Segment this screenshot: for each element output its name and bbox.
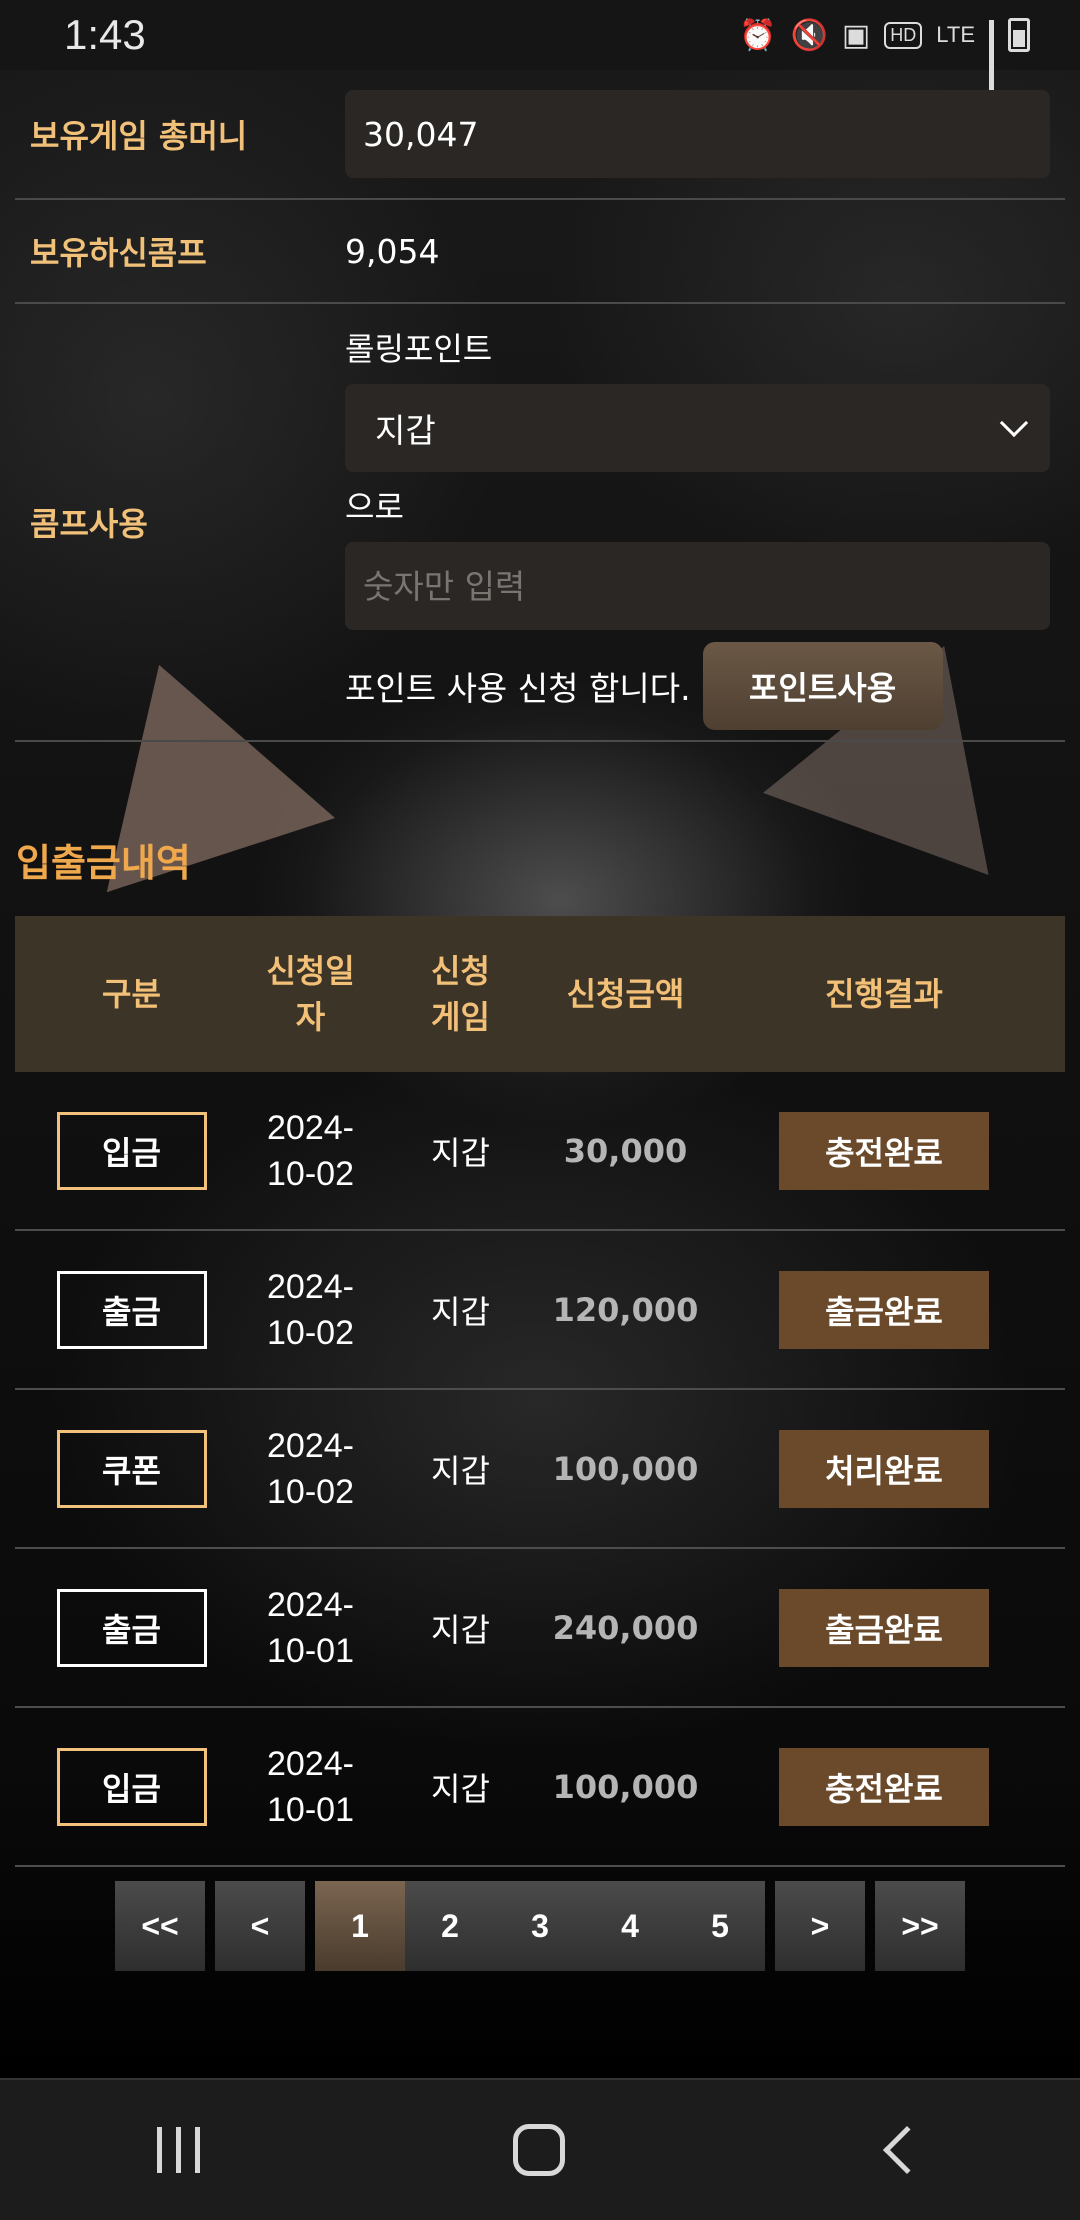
mute-vibrate-icon: 🔇 xyxy=(790,17,828,53)
date-monthday: 10-01 xyxy=(267,1631,354,1670)
system-nav-bar xyxy=(0,2078,1080,2220)
point-amount-input[interactable] xyxy=(345,542,1050,630)
wallet-select[interactable]: 지갑 xyxy=(345,384,1050,472)
table-row: 출금 2024- 10-01 지갑 240,000 출금완료 xyxy=(15,1549,1065,1708)
date-cell: 2024- 10-02 xyxy=(248,1105,373,1197)
home-icon[interactable] xyxy=(512,2124,565,2176)
page-4-button[interactable]: 4 xyxy=(585,1881,675,1971)
result-badge: 충전완료 xyxy=(779,1111,989,1190)
date-cell: 2024- 10-02 xyxy=(248,1423,373,1515)
recent-apps-icon[interactable] xyxy=(156,2127,200,2173)
balance-row: 보유게임 총머니 30,047 xyxy=(15,70,1065,200)
page-3-button[interactable]: 3 xyxy=(495,1881,585,1971)
game-cell: 지갑 xyxy=(431,1451,490,1490)
amount-cell: 100,000 xyxy=(552,1449,699,1488)
signal-icon xyxy=(989,20,994,90)
header-date-text: 신청일자 xyxy=(266,952,355,1036)
use-points-button[interactable]: 포인트사용 xyxy=(702,642,943,730)
type-badge: 출금 xyxy=(56,1270,207,1349)
comp-value: 9,054 xyxy=(345,231,440,271)
date-year: 2024- xyxy=(267,1585,354,1624)
lte-icon: LTE xyxy=(936,22,975,47)
page-2-button[interactable]: 2 xyxy=(405,1881,495,1971)
amount-cell: 120,000 xyxy=(552,1290,699,1329)
status-bar: 1:43 ⏰ 🔇 ▣ HD LTE xyxy=(0,0,1080,90)
comp-use-row: 콤프사용 롤링포인트 지갑 으로 포인트 사용 신청 합니다. 포인트사용 xyxy=(15,304,1065,742)
hd-icon: HD xyxy=(884,21,923,49)
comp-use-label: 콤프사용 xyxy=(30,505,148,543)
date-monthday: 10-01 xyxy=(267,1790,354,1829)
table-row: 출금 2024- 10-02 지갑 120,000 출금완료 xyxy=(15,1231,1065,1390)
result-badge: 출금완료 xyxy=(779,1588,989,1667)
amount-cell: 100,000 xyxy=(552,1767,699,1806)
game-cell: 지갑 xyxy=(431,1292,490,1331)
type-badge: 출금 xyxy=(56,1588,207,1667)
balance-label: 보유게임 총머니 xyxy=(30,117,248,155)
amount-cell: 30,000 xyxy=(563,1131,688,1170)
table-header: 구분 신청일자 신청게임 신청금액 진행결과 xyxy=(15,916,1065,1072)
result-badge: 출금완료 xyxy=(779,1270,989,1349)
type-badge: 입금 xyxy=(56,1111,207,1190)
history-title: 입출금내역 xyxy=(16,841,191,885)
header-game-text: 신청게임 xyxy=(431,952,490,1036)
chevron-down-icon xyxy=(999,408,1029,438)
next-page-button[interactable]: > xyxy=(775,1881,865,1971)
apply-text: 포인트 사용 신청 합니다. xyxy=(345,669,691,708)
header-game: 신청게임 xyxy=(373,948,548,1040)
date-year: 2024- xyxy=(267,1426,354,1465)
header-date: 신청일자 xyxy=(248,948,373,1040)
header-amount: 신청금액 xyxy=(566,975,685,1013)
comp-label: 보유하신콤프 xyxy=(30,234,207,272)
main-content: 보유게임 총머니 30,047 보유하신콤프 9,054 콤프사용 롤링포인트 … xyxy=(0,70,1080,1971)
date-cell: 2024- 10-02 xyxy=(248,1264,373,1356)
back-icon[interactable] xyxy=(882,2125,931,2175)
date-year: 2024- xyxy=(267,1108,354,1147)
pagination: << < 1 2 3 4 5 > >> xyxy=(0,1881,1080,1971)
page-number-group: 1 2 3 4 5 xyxy=(315,1881,765,1971)
date-cell: 2024- 10-01 xyxy=(248,1582,373,1674)
date-year: 2024- xyxy=(267,1744,354,1783)
game-cell: 지갑 xyxy=(431,1769,490,1808)
last-page-button[interactable]: >> xyxy=(875,1881,965,1971)
apply-line: 포인트 사용 신청 합니다. 포인트사용 xyxy=(345,642,1065,730)
status-time: 1:43 xyxy=(64,11,146,58)
rolling-point-label: 롤링포인트 xyxy=(345,330,493,368)
balance-field: 30,047 xyxy=(345,90,1050,178)
result-badge: 충전완료 xyxy=(779,1747,989,1826)
date-monthday: 10-02 xyxy=(267,1154,354,1193)
type-badge: 쿠폰 xyxy=(56,1429,207,1508)
page-1-button[interactable]: 1 xyxy=(315,1881,405,1971)
suffix-label: 으로 xyxy=(345,488,404,526)
date-monthday: 10-02 xyxy=(267,1472,354,1511)
date-monthday: 10-02 xyxy=(267,1313,354,1352)
table-row: 입금 2024- 10-01 지갑 100,000 충전완료 xyxy=(15,1708,1065,1867)
date-year: 2024- xyxy=(267,1267,354,1306)
header-result: 진행결과 xyxy=(825,975,943,1013)
page-5-button[interactable]: 5 xyxy=(675,1881,765,1971)
comp-row: 보유하신콤프 9,054 xyxy=(15,200,1065,304)
alarm-icon: ⏰ xyxy=(739,17,777,53)
type-badge: 입금 xyxy=(56,1747,207,1826)
wallet-select-value: 지갑 xyxy=(375,411,436,450)
game-cell: 지갑 xyxy=(431,1610,490,1649)
game-cell: 지갑 xyxy=(431,1133,490,1172)
history-table: 구분 신청일자 신청게임 신청금액 진행결과 입금 2024- 10-02 지갑 … xyxy=(15,916,1065,1867)
battery-charging-icon xyxy=(1008,18,1030,52)
battery-saver-icon: ▣ xyxy=(841,17,871,53)
table-row: 입금 2024- 10-02 지갑 30,000 충전완료 xyxy=(15,1072,1065,1231)
first-page-button[interactable]: << xyxy=(115,1881,205,1971)
prev-page-button[interactable]: < xyxy=(215,1881,305,1971)
header-type: 구분 xyxy=(102,975,161,1013)
amount-cell: 240,000 xyxy=(552,1608,699,1647)
status-icons: ⏰ 🔇 ▣ HD LTE xyxy=(739,17,1030,90)
result-badge: 처리완료 xyxy=(779,1429,989,1508)
date-cell: 2024- 10-01 xyxy=(248,1741,373,1833)
table-row: 쿠폰 2024- 10-02 지갑 100,000 처리완료 xyxy=(15,1390,1065,1549)
